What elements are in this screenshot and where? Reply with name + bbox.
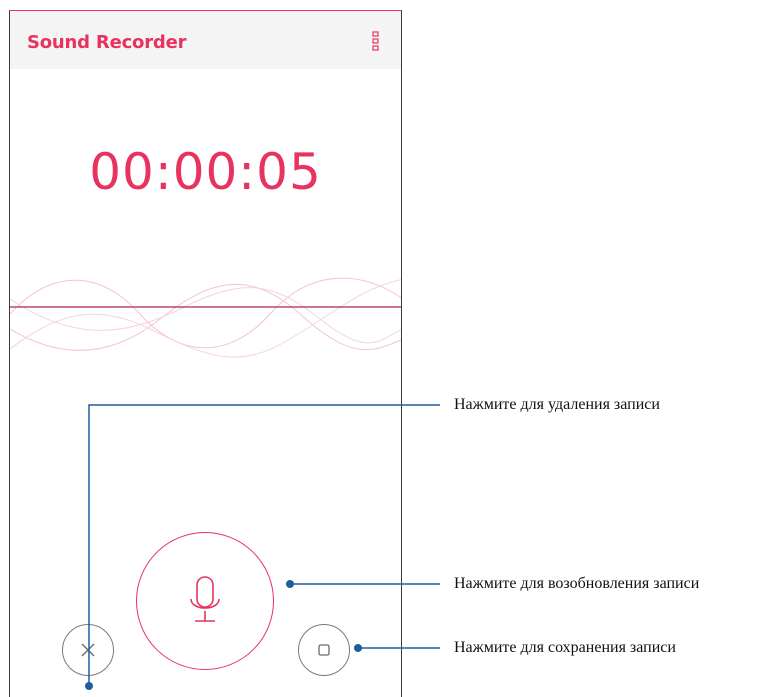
close-icon: [81, 643, 95, 657]
microphone-icon: [190, 576, 220, 622]
app-title: Sound Recorder: [27, 32, 187, 53]
delete-recording-button[interactable]: [62, 624, 114, 676]
more-vert-icon[interactable]: [372, 31, 380, 51]
resume-recording-button[interactable]: [136, 532, 274, 670]
callout-resume: Нажмите для возобновления записи: [454, 575, 700, 592]
callout-delete: Нажмите для удаления записи: [454, 396, 660, 413]
elapsed-timer: 00:00:05: [89, 143, 322, 201]
phone-screen: Sound Recorder 00:00:05: [9, 10, 402, 697]
waveform: [10, 277, 401, 358]
callout-save: Нажмите для сохранения записи: [454, 639, 676, 656]
stop-square-icon: [318, 644, 330, 656]
save-recording-button[interactable]: [298, 624, 350, 676]
app-bar: Sound Recorder: [10, 11, 401, 69]
